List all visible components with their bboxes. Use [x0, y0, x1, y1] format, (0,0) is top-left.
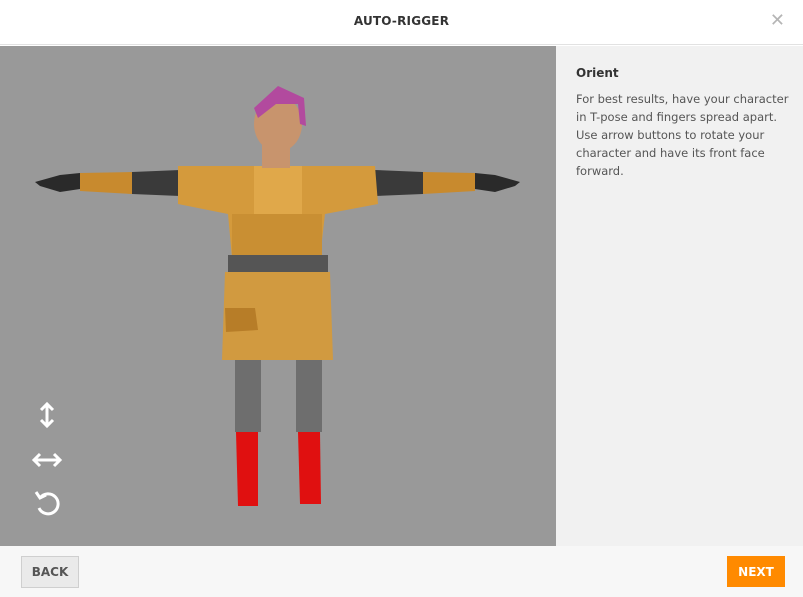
instructions-text: For best results, have your character in… — [576, 92, 789, 178]
rotate-icon[interactable] — [30, 486, 64, 520]
back-button[interactable]: BACK — [21, 556, 79, 588]
dialog-title: AUTO-RIGGER — [353, 14, 450, 28]
3d-viewport[interactable] — [0, 46, 556, 546]
dialog-header: AUTO-RIGGER ✕ — [0, 0, 803, 45]
close-icon[interactable]: ✕ — [770, 11, 785, 31]
next-button[interactable]: NEXT — [727, 556, 785, 587]
instructions-heading: Orient — [576, 66, 619, 80]
character-model — [35, 86, 520, 506]
dialog-footer: BACK NEXT — [0, 546, 803, 597]
vertical-arrow-icon[interactable] — [30, 398, 64, 432]
horizontal-arrow-icon[interactable] — [30, 443, 64, 477]
instructions-panel: Orient For best results, have your chara… — [556, 46, 803, 546]
